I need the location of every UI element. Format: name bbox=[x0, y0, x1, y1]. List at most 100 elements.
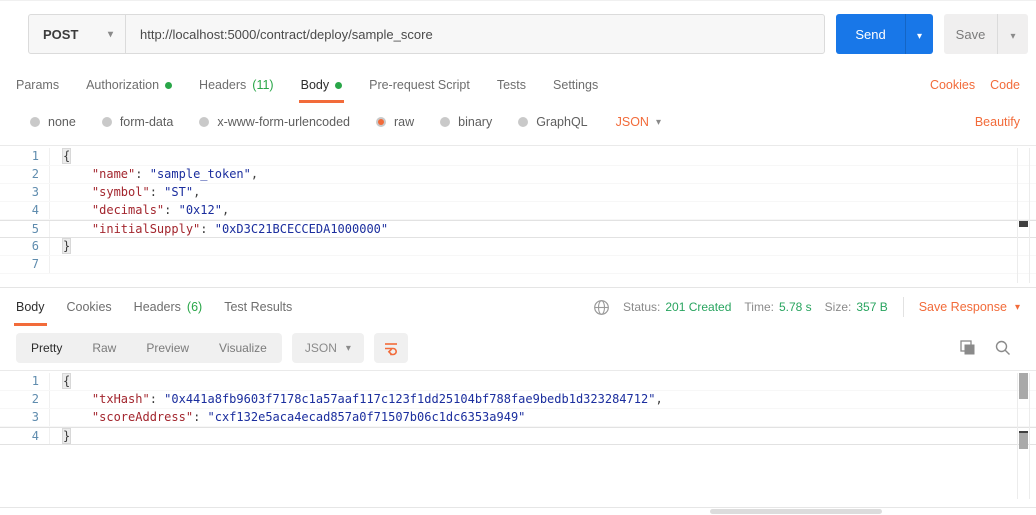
json-key: "symbol" bbox=[91, 185, 150, 199]
time-badge: Time: 5.78 s bbox=[744, 300, 811, 314]
tab-params[interactable]: Params bbox=[16, 67, 59, 103]
json-string: "ST" bbox=[164, 185, 194, 199]
tab-label: Pre-request Script bbox=[369, 78, 470, 92]
punctuation: : bbox=[164, 203, 179, 217]
send-options-button[interactable]: ▾ bbox=[905, 14, 933, 54]
tab-settings[interactable]: Settings bbox=[553, 67, 598, 103]
tab-label: Headers bbox=[133, 300, 181, 314]
url-row: POST ▾ Send ▾ Save ▾ bbox=[0, 1, 1036, 67]
method-select[interactable]: POST ▾ bbox=[29, 15, 126, 53]
divider bbox=[902, 297, 904, 317]
search-icon[interactable] bbox=[994, 339, 1012, 357]
body-type-binary[interactable]: binary bbox=[440, 115, 492, 129]
scrollbar-thumb[interactable] bbox=[1019, 373, 1028, 399]
scrollbar-thumb[interactable] bbox=[1019, 431, 1028, 449]
status-label: Status: bbox=[622, 300, 661, 314]
tab-count-badge: (6) bbox=[186, 300, 203, 314]
body-type-form-data[interactable]: form-data bbox=[101, 115, 174, 129]
view-tab-raw[interactable]: Raw bbox=[77, 333, 131, 363]
request-editor-scrollbar[interactable] bbox=[1017, 148, 1030, 283]
url-input[interactable] bbox=[126, 15, 824, 53]
tab-authorization[interactable]: Authorization bbox=[86, 67, 173, 103]
view-tab-visualize[interactable]: Visualize bbox=[204, 333, 282, 363]
code-line[interactable]: 1{ bbox=[0, 148, 1036, 166]
json-key: "name" bbox=[91, 167, 136, 181]
tab-headers[interactable]: Headers (6) bbox=[134, 288, 203, 326]
code-link[interactable]: Code bbox=[990, 78, 1020, 92]
punctuation: : bbox=[149, 392, 165, 406]
tab-body[interactable]: Body bbox=[14, 288, 46, 326]
tab-body[interactable]: Body bbox=[298, 67, 344, 103]
code-text: } bbox=[50, 238, 72, 255]
wrap-text-button[interactable] bbox=[373, 333, 408, 363]
code-text: { bbox=[50, 148, 72, 165]
request-body-editor[interactable]: 1{2 "name": "sample_token", 3 "symbol": "… bbox=[0, 145, 1036, 287]
send-button[interactable]: Send bbox=[836, 14, 905, 54]
radio-icon bbox=[518, 117, 529, 127]
save-response-button[interactable]: Save Response ▾ bbox=[919, 300, 1020, 314]
punctuation bbox=[63, 222, 92, 236]
response-format-select[interactable]: JSON ▾ bbox=[291, 333, 364, 363]
code-text: "symbol": "ST", bbox=[50, 184, 200, 201]
size-label: Size: bbox=[824, 300, 852, 314]
bracket: } bbox=[61, 238, 72, 254]
line-number: 3 bbox=[0, 184, 50, 201]
body-type-raw[interactable]: raw bbox=[376, 115, 414, 129]
code-line[interactable]: 6} bbox=[0, 238, 1036, 256]
horizontal-scrollbar[interactable] bbox=[710, 509, 882, 514]
json-string: "0xD3C21BCECCEDA1000000" bbox=[214, 222, 389, 236]
bracket: { bbox=[61, 148, 72, 164]
radio-icon bbox=[440, 117, 451, 127]
green-dot-icon bbox=[165, 81, 173, 89]
chevron-down-icon: ▾ bbox=[916, 30, 923, 42]
tab-pre-request-script[interactable]: Pre-request Script bbox=[369, 67, 470, 103]
body-format-select[interactable]: JSON ▾ bbox=[616, 115, 661, 129]
request-tab-links: Cookies Code bbox=[930, 78, 1020, 92]
line-number: 6 bbox=[0, 238, 50, 255]
beautify-link[interactable]: Beautify bbox=[975, 115, 1020, 129]
view-tab-pretty[interactable]: Pretty bbox=[16, 333, 77, 363]
tab-label: Tests bbox=[496, 78, 527, 92]
chevron-down-icon: ▾ bbox=[1010, 30, 1016, 42]
code-line: 3 "scoreAddress": "cxf132e5aca4ecad857a0… bbox=[0, 409, 1036, 427]
code-line[interactable]: 3 "symbol": "ST", bbox=[0, 184, 1036, 202]
tab-headers[interactable]: Headers (11) bbox=[199, 67, 274, 103]
response-format-label: JSON bbox=[304, 341, 337, 355]
response-view-tabs: Pretty Raw Preview Visualize bbox=[16, 333, 282, 363]
save-button[interactable]: Save bbox=[944, 14, 997, 54]
radio-label: raw bbox=[394, 115, 415, 129]
cookies-link[interactable]: Cookies bbox=[930, 78, 975, 92]
punctuation bbox=[63, 410, 92, 424]
tab-tests[interactable]: Tests bbox=[497, 67, 526, 103]
json-key: "scoreAddress" bbox=[91, 410, 194, 424]
chevron-down-icon: ▾ bbox=[655, 116, 661, 128]
response-meta: Status: 201 Created Time: 5.78 s Size: 3… bbox=[593, 297, 1020, 317]
code-text: "decimals": "0x12", bbox=[50, 202, 229, 219]
response-editor-scrollbar[interactable] bbox=[1017, 373, 1030, 499]
radio-label: form-data bbox=[119, 115, 174, 129]
code-line[interactable]: 7 bbox=[0, 256, 1036, 274]
code-line[interactable]: 5 "initialSupply": "0xD3C21BCECCEDA10000… bbox=[0, 220, 1036, 238]
body-type-x-www-form-urlencoded[interactable]: x-www-form-urlencoded bbox=[199, 115, 350, 129]
radio-icon bbox=[101, 117, 112, 127]
line-number: 2 bbox=[0, 391, 50, 408]
status-value: 201 Created bbox=[665, 300, 732, 314]
scrollbar-thumb[interactable] bbox=[1019, 221, 1028, 227]
view-tab-preview[interactable]: Preview bbox=[131, 333, 204, 363]
url-bar: POST ▾ bbox=[28, 14, 825, 54]
save-options-button[interactable]: ▾ bbox=[997, 14, 1028, 54]
tab-cookies[interactable]: Cookies bbox=[67, 288, 112, 326]
tab-label: Body bbox=[16, 300, 45, 314]
line-number: 7 bbox=[0, 256, 50, 273]
code-line: 1{ bbox=[0, 373, 1036, 391]
tab-label: Params bbox=[16, 78, 60, 92]
radio-icon bbox=[30, 117, 40, 127]
code-line[interactable]: 4 "decimals": "0x12", bbox=[0, 202, 1036, 220]
body-type-none[interactable]: none bbox=[30, 115, 76, 129]
tab-test-results[interactable]: Test Results bbox=[224, 288, 292, 326]
copy-icon[interactable] bbox=[959, 339, 977, 357]
code-line[interactable]: 2 "name": "sample_token", bbox=[0, 166, 1036, 184]
size-value: 357 B bbox=[856, 300, 888, 314]
body-type-graphql[interactable]: GraphQL bbox=[518, 115, 588, 129]
divider bbox=[0, 507, 1036, 508]
